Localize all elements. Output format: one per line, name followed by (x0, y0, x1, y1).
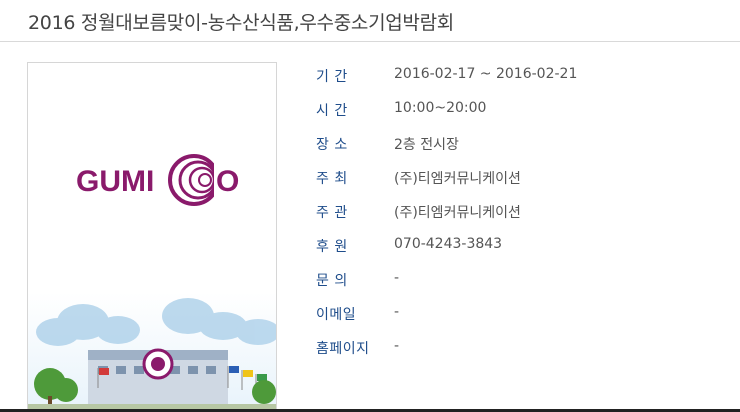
detail-row-period: 기 간 2016-02-17 ~ 2016-02-21 (316, 66, 716, 92)
detail-label: 문 의 (316, 273, 348, 289)
detail-label: 후 원 (316, 239, 348, 255)
detail-value: - (394, 304, 400, 320)
detail-row-time: 시 간 10:00~20:00 (316, 100, 716, 126)
detail-value: - (394, 338, 400, 354)
detail-label: 이메일 (316, 307, 357, 323)
header-bar: 2016 정월대보름맞이-농수산식품,우수중소기업박람회 (0, 0, 740, 42)
detail-value: 070-4243-3843 (394, 236, 503, 252)
detail-value: 10:00~20:00 (394, 100, 487, 116)
detail-label: 주 관 (316, 205, 348, 221)
detail-label: 주 최 (316, 171, 348, 187)
detail-value: (주)티엠커뮤니케이션 (394, 205, 521, 221)
page-title: 2016 정월대보름맞이-농수산식품,우수중소기업박람회 (28, 12, 454, 34)
event-poster-image: GUMI O (27, 62, 277, 412)
exhibition-illustration (28, 292, 276, 412)
detail-row-inquiry: 문 의 - (316, 270, 716, 296)
detail-row-email: 이메일 - (316, 304, 716, 330)
detail-row-host: 주 최 (주)티엠커뮤니케이션 (316, 168, 716, 194)
logo-swirl-icon (168, 154, 220, 206)
detail-value: (주)티엠커뮤니케이션 (394, 171, 521, 187)
logo-tail: O (216, 165, 239, 198)
gumico-logo: GUMI O (76, 153, 239, 207)
detail-value: - (394, 270, 400, 286)
detail-value: 2층 전시장 (394, 137, 459, 153)
detail-label: 시 간 (316, 103, 348, 119)
detail-row-sponsor: 후 원 070-4243-3843 (316, 236, 716, 262)
detail-label: 장 소 (316, 137, 348, 153)
detail-row-venue: 장 소 2층 전시장 (316, 134, 716, 160)
detail-label: 홈페이지 (316, 341, 370, 357)
detail-row-organizer: 주 관 (주)티엠커뮤니케이션 (316, 202, 716, 228)
detail-label: 기 간 (316, 69, 348, 85)
detail-row-homepage: 홈페이지 - (316, 338, 716, 364)
logo-text: GUMI (76, 165, 154, 198)
detail-value: 2016-02-17 ~ 2016-02-21 (394, 66, 578, 82)
